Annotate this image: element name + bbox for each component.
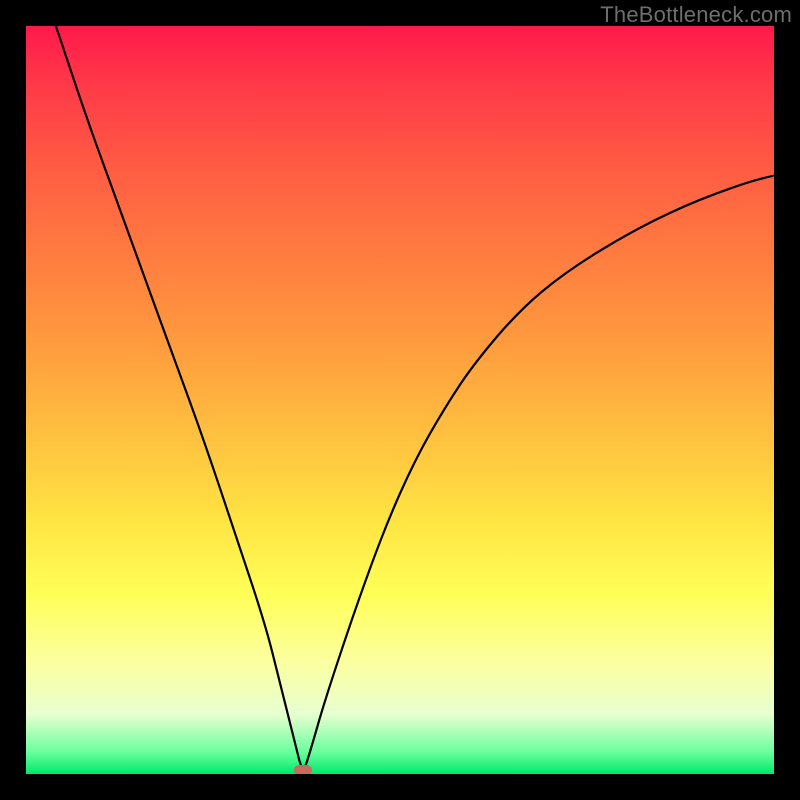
optimal-point-marker (294, 765, 312, 774)
watermark-text: TheBottleneck.com (600, 2, 792, 28)
bottleneck-curve (26, 26, 774, 774)
chart-frame: TheBottleneck.com (0, 0, 800, 800)
curve-path (56, 26, 774, 768)
plot-area (26, 26, 774, 774)
